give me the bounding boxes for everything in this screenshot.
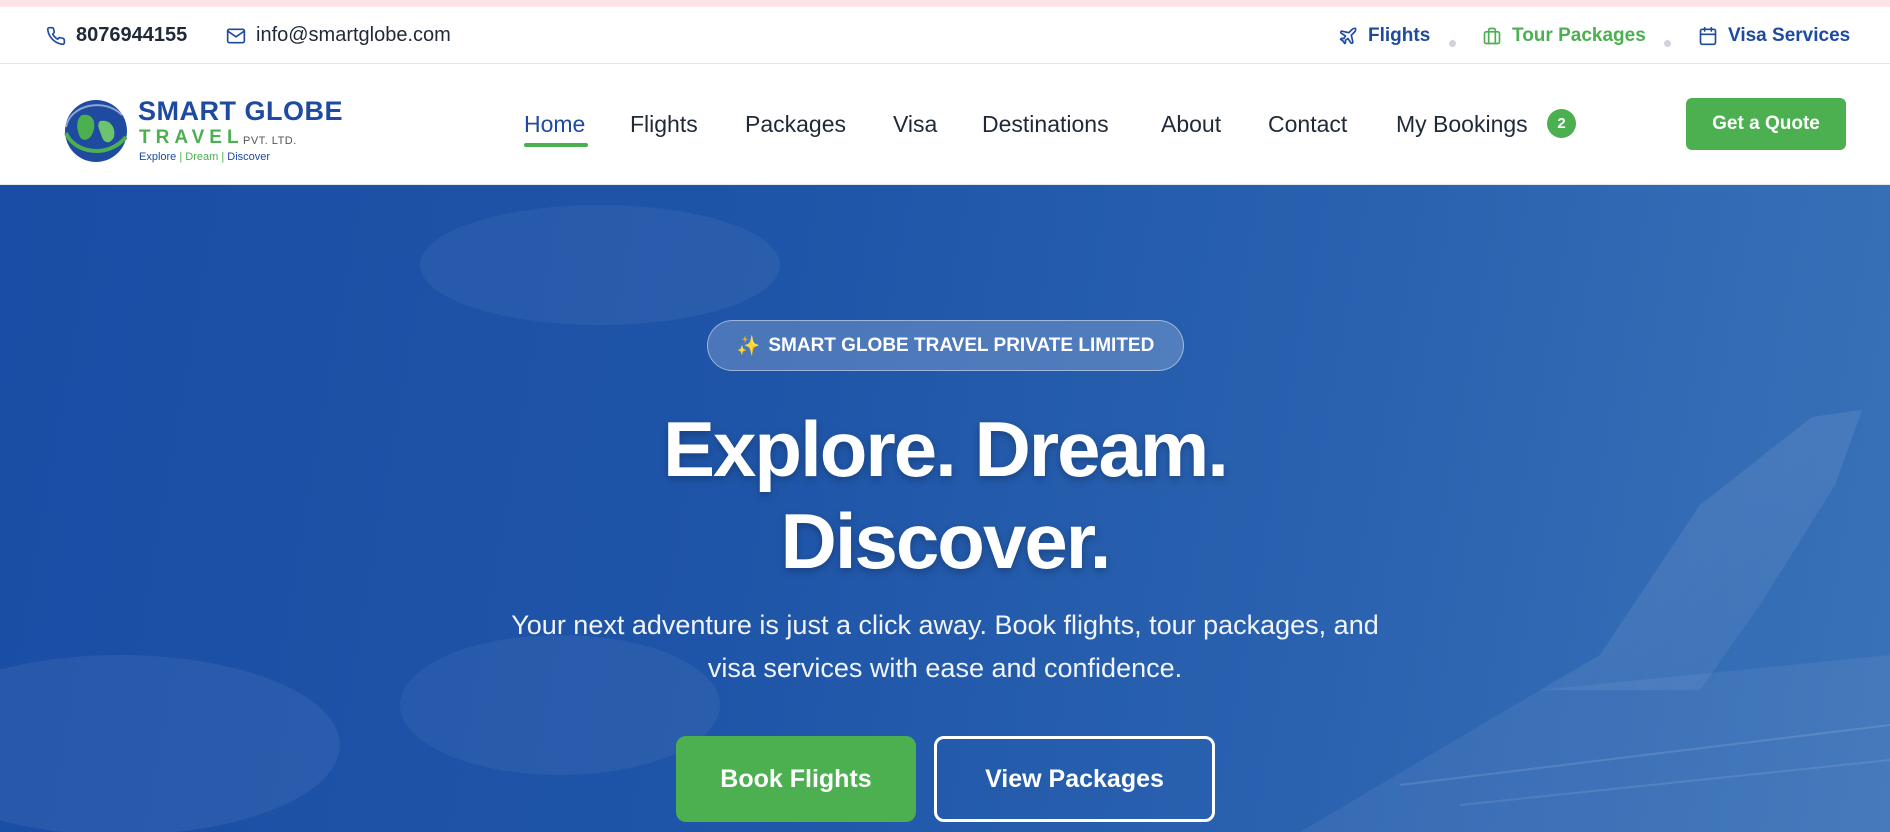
topbar-link-visa-services[interactable]: Visa Services: [1698, 7, 1850, 64]
phone-icon: [46, 26, 66, 46]
tagline-separator: |: [221, 151, 225, 163]
hero-company-badge: ✨ SMART GLOBE TRAVEL PRIVATE LIMITED: [707, 320, 1184, 371]
hero-title: Explore. Dream. Discover.: [445, 403, 1445, 587]
topbar-link-tour-packages[interactable]: Tour Packages: [1482, 7, 1646, 64]
nav-home[interactable]: Home: [524, 109, 585, 139]
hero-subtitle-line-2: visa services with ease and confidence.: [707, 653, 1183, 683]
logo-sub-name: TRAVEL: [139, 127, 244, 148]
nav-about[interactable]: About: [1161, 109, 1221, 139]
logo-brand-name: SMART GLOBE: [138, 96, 343, 126]
get-a-quote-button[interactable]: Get a Quote: [1686, 98, 1846, 150]
tagline-explore: Explore: [139, 151, 177, 163]
nav-my-bookings[interactable]: My Bookings: [1396, 109, 1528, 139]
nav-contact[interactable]: Contact: [1268, 109, 1347, 139]
phone-number: 8076944155: [76, 24, 188, 46]
email-contact[interactable]: info@smartglobe.com: [226, 7, 451, 64]
view-packages-button[interactable]: View Packages: [934, 736, 1215, 822]
phone-contact[interactable]: 8076944155: [46, 7, 187, 64]
topbar-link-label: Visa Services: [1728, 24, 1851, 46]
hero-title-line-1: Explore. Dream.: [663, 405, 1229, 493]
separator-dot: [1449, 40, 1456, 47]
hero-badge-text: SMART GLOBE TRAVEL PRIVATE LIMITED: [768, 334, 1155, 356]
book-flights-button[interactable]: Book Flights: [676, 736, 916, 822]
main-navbar: SMART GLOBE TRAVEL PVT. LTD. Explore | D…: [0, 65, 1890, 185]
briefcase-icon: [1482, 26, 1502, 46]
hero-subtitle-line-1: Your next adventure is just a click away…: [511, 610, 1379, 640]
globe-logo-icon: [64, 100, 128, 162]
nav-visa[interactable]: Visa: [893, 109, 937, 139]
mail-icon: [226, 26, 246, 46]
sparkles-icon: ✨: [736, 335, 761, 357]
nav-flights[interactable]: Flights: [630, 109, 698, 139]
topbar-link-flights[interactable]: Flights: [1338, 7, 1430, 64]
tagline-dream: Dream: [185, 151, 219, 163]
hero-title-line-2: Discover.: [780, 497, 1112, 585]
logo-pvt-ltd: PVT. LTD.: [243, 135, 297, 147]
hero-subtitle: Your next adventure is just a click away…: [445, 604, 1445, 690]
logo-tagline: Explore | Dream | Discover: [139, 151, 270, 164]
hero-section: ✨ SMART GLOBE TRAVEL PRIVATE LIMITED Exp…: [0, 185, 1890, 832]
tagline-discover: Discover: [227, 151, 271, 163]
topbar-link-label: Tour Packages: [1512, 24, 1646, 46]
nav-packages[interactable]: Packages: [745, 109, 846, 139]
nav-active-indicator: [524, 143, 588, 147]
separator-dot: [1664, 40, 1671, 47]
top-accent-strip: [0, 0, 1890, 7]
tagline-separator: |: [179, 151, 183, 163]
top-contact-bar: 8076944155 info@smartglobe.com Flights T…: [0, 7, 1890, 64]
nav-destinations[interactable]: Destinations: [982, 109, 1109, 139]
plane-icon: [1338, 26, 1358, 46]
topbar-link-label: Flights: [1368, 24, 1431, 46]
calendar-icon: [1698, 26, 1718, 46]
bookings-count-badge: 2: [1547, 109, 1576, 138]
email-address: info@smartglobe.com: [256, 24, 451, 46]
site-logo[interactable]: SMART GLOBE TRAVEL PVT. LTD. Explore | D…: [60, 93, 350, 165]
